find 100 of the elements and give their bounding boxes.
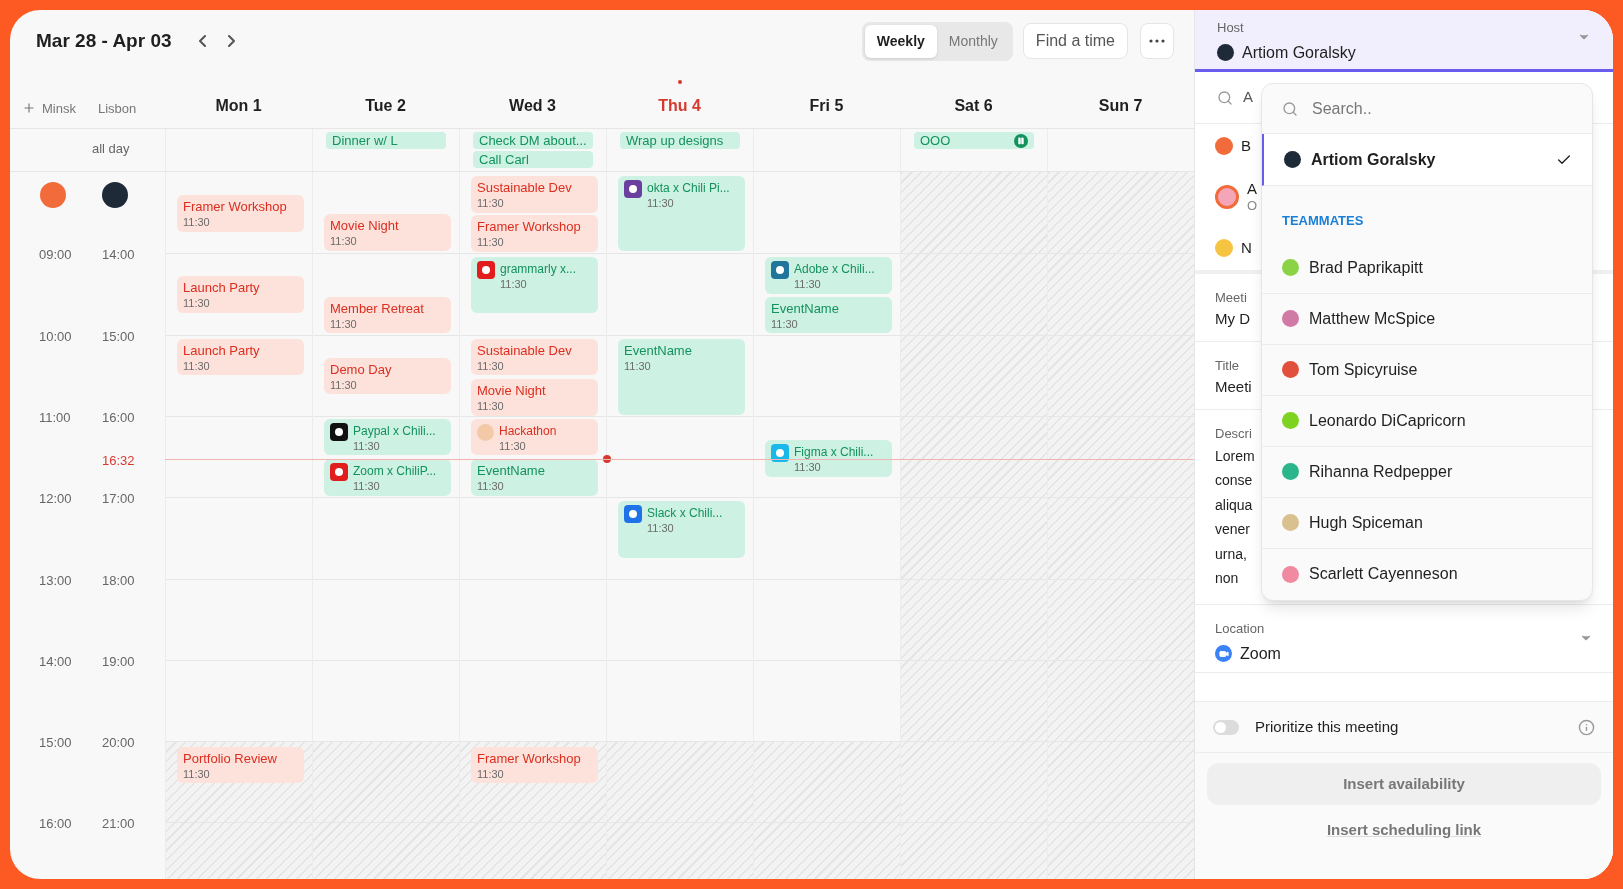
- teammate-option[interactable]: Hugh Spiceman: [1262, 497, 1592, 549]
- timezone-label: Minsk: [42, 99, 76, 118]
- teammate-option[interactable]: Brad Paprikapitt: [1262, 242, 1592, 294]
- app-logo-icon: [330, 422, 348, 441]
- person-avatar: [1282, 412, 1299, 429]
- current-time-label: 16:32: [102, 452, 135, 471]
- person-name: Tom Spicyruise: [1309, 359, 1419, 380]
- person-name: Matthew McSpice: [1309, 308, 1437, 329]
- person-name: Artiom Goralsky: [1311, 149, 1437, 170]
- teammate-option[interactable]: Rihanna Redpepper: [1262, 446, 1592, 498]
- teammate-option[interactable]: Matthew McSpice: [1262, 293, 1592, 345]
- host-label: Host: [1217, 19, 1245, 37]
- prioritize-toggle[interactable]: [1213, 719, 1239, 735]
- event-card[interactable]: Adobe x Chili... 11:30: [765, 257, 892, 294]
- view-tab[interactable]: Monthly: [936, 24, 1010, 58]
- event-card[interactable]: Movie Night 11:30: [324, 214, 451, 251]
- event-title: Sustainable Dev: [477, 179, 572, 198]
- location-select[interactable]: Location Zoom: [1195, 605, 1613, 673]
- teammate-option[interactable]: Scarlett Cayenneson: [1262, 548, 1592, 600]
- add-timezone-button[interactable]: [22, 101, 36, 116]
- person-avatar: [1282, 514, 1299, 531]
- event-card[interactable]: Paypal x Chili... 11:30: [324, 418, 451, 456]
- event-card[interactable]: Sustainable Dev 11:30: [471, 338, 598, 376]
- event-card[interactable]: Zoom x ChiliP... 11:30: [324, 459, 451, 496]
- event-card[interactable]: Member Retreat 11:30: [324, 296, 451, 334]
- hour-label: 14:00: [39, 652, 72, 671]
- event-card[interactable]: okta x Chili Pi... 11:30: [618, 176, 745, 251]
- event-time: 11:30: [771, 317, 799, 331]
- teammate-option[interactable]: Tom Spicyruise: [1262, 344, 1592, 396]
- person-name: Hugh Spiceman: [1309, 512, 1424, 533]
- more-button[interactable]: [1140, 23, 1174, 59]
- event-card[interactable]: EventName 11:30: [765, 296, 892, 334]
- event-title: Framer Workshop: [477, 218, 581, 237]
- day-header: Mon 1: [215, 96, 262, 116]
- event-time: 11:30: [330, 378, 358, 392]
- attendee-name: A: [1247, 180, 1258, 198]
- event-card[interactable]: Movie Night 11:30: [471, 379, 598, 416]
- event-card[interactable]: Framer Workshop 11:30: [471, 215, 598, 252]
- all-day-event[interactable]: Wrap up designs: [620, 132, 740, 149]
- more-icon: [1149, 39, 1165, 43]
- event-card[interactable]: Demo Day 11:30: [324, 357, 451, 395]
- search-icon: [1217, 89, 1233, 106]
- day-header: Sat 6: [954, 96, 993, 116]
- search-input[interactable]: Search..: [1312, 96, 1512, 121]
- location-label: Location: [1215, 620, 1266, 638]
- event-card[interactable]: Framer Workshop 11:30: [177, 195, 304, 232]
- event-time: 11:30: [330, 317, 358, 331]
- all-day-event[interactable]: Dinner w/ L: [326, 132, 446, 149]
- view-tab[interactable]: Weekly: [864, 24, 937, 58]
- attendee-search-text: A: [1243, 87, 1253, 108]
- event-title: Movie Night: [477, 382, 546, 401]
- timezone-label: Lisbon: [97, 99, 137, 118]
- event-time: 11:30: [477, 197, 505, 211]
- event-time: 11:30: [353, 480, 381, 494]
- event-card[interactable]: Slack x Chili... 11:30: [618, 501, 745, 559]
- host-option[interactable]: Artiom Goralsky: [1262, 134, 1592, 186]
- event-time: 11:30: [477, 480, 505, 494]
- all-day-title: Wrap up designs: [626, 131, 724, 150]
- insert-availability-button[interactable]: Insert availability: [1207, 763, 1601, 805]
- event-card[interactable]: Portfolio Review 11:30: [177, 746, 304, 784]
- event-card[interactable]: grammarly x... 11:30: [471, 257, 598, 313]
- section-heading: TEAMMATES: [1281, 212, 1365, 230]
- event-card[interactable]: Launch Party 11:30: [177, 338, 304, 376]
- day-header: Fri 5: [809, 96, 844, 116]
- all-day-event[interactable]: Check DM about...: [473, 132, 593, 149]
- person-avatar: [1282, 463, 1299, 480]
- day-header: Thu 4: [658, 96, 701, 116]
- host-select[interactable]: Host Artiom Goralsky: [1195, 10, 1613, 72]
- event-card[interactable]: Figma x Chili... 11:30: [765, 440, 892, 477]
- event-card[interactable]: Framer Workshop 11:30: [471, 746, 598, 784]
- avatar-icon: [477, 423, 494, 441]
- hour-label: 19:00: [102, 652, 135, 671]
- all-day-event[interactable]: Call Carl: [473, 151, 593, 168]
- app-logo-icon: [477, 261, 495, 280]
- app-logo-icon: [624, 505, 642, 524]
- day-header: Wed 3: [509, 96, 556, 116]
- teammate-option[interactable]: Leonardo DiCapricorn: [1262, 395, 1592, 447]
- event-title: EventName: [477, 462, 545, 481]
- event-card[interactable]: EventName 11:30: [471, 459, 598, 496]
- event-card[interactable]: Sustainable Dev 11:30: [471, 176, 598, 213]
- all-day-event[interactable]: OOO: [914, 132, 1034, 149]
- scheduling-link[interactable]: Insert scheduling link: [1326, 819, 1482, 842]
- event-card[interactable]: Hackathon 11:30: [471, 418, 598, 456]
- event-time: 11:30: [477, 359, 505, 373]
- app-logo-icon: [771, 261, 789, 280]
- find-time-button[interactable]: Find a time: [1022, 23, 1128, 59]
- event-time: 11:30: [647, 522, 675, 536]
- person-avatar: [1282, 259, 1299, 276]
- event-time: 11:30: [624, 359, 652, 373]
- hour-label: 12:00: [39, 490, 72, 509]
- person-avatar: [1282, 361, 1299, 378]
- video-icon: [1215, 645, 1232, 662]
- event-time: 11:30: [477, 767, 505, 781]
- event-card[interactable]: Launch Party 11:30: [177, 276, 304, 313]
- event-card[interactable]: EventName 11:30: [618, 338, 745, 415]
- app-logo-icon: [771, 444, 789, 463]
- event-time: 11:30: [183, 216, 211, 230]
- prioritize-label: Prioritize this meeting: [1255, 716, 1400, 737]
- event-time: 11:30: [353, 439, 381, 453]
- event-title: Sustainable Dev: [477, 341, 572, 360]
